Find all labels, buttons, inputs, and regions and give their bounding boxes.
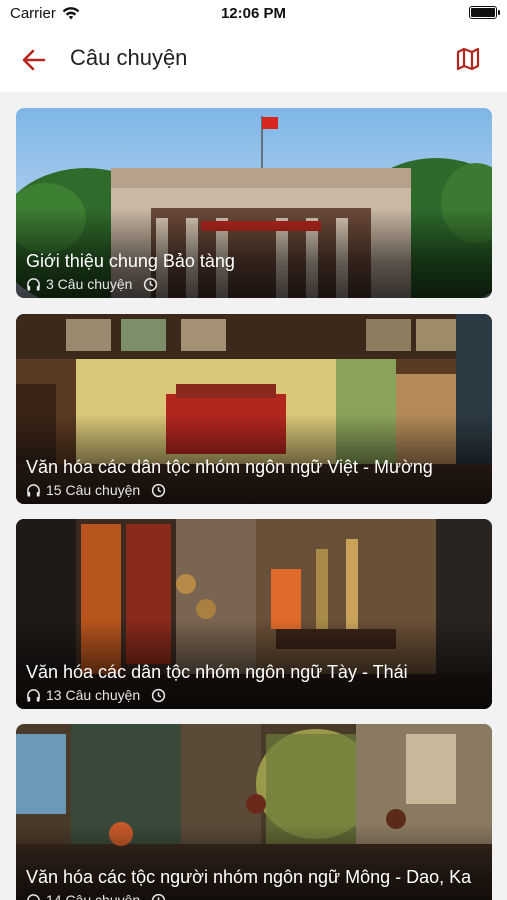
story-count: 13 Câu chuyện xyxy=(46,687,141,703)
card-title: Giới thiệu chung Bảo tàng xyxy=(26,251,235,271)
page-title: Câu chuyện xyxy=(70,45,188,70)
card-meta: 3 Câu chuyện xyxy=(26,276,158,292)
card-meta: 14 Câu chuyện xyxy=(26,892,166,900)
clock-icon xyxy=(152,483,166,497)
story-card[interactable]: Giới thiệu chung Bảo tàng 3 Câu chuyện xyxy=(16,108,492,298)
headphones-icon xyxy=(27,893,40,900)
story-count: 14 Câu chuyện xyxy=(46,892,141,900)
clock-icon xyxy=(152,688,166,702)
card-overlay xyxy=(16,824,492,900)
story-count: 15 Câu chuyện xyxy=(46,482,141,498)
map-icon[interactable] xyxy=(455,46,481,72)
back-arrow-icon[interactable] xyxy=(20,46,48,74)
story-card[interactable]: Văn hóa các dân tộc nhóm ngôn ngữ Việt -… xyxy=(16,314,492,504)
story-card[interactable]: Văn hóa các dân tộc nhóm ngôn ngữ Tày - … xyxy=(16,519,492,709)
card-meta: 15 Câu chuyện xyxy=(26,482,166,498)
headphones-icon xyxy=(27,277,40,291)
card-title: Văn hóa các tộc người nhóm ngôn ngữ Mông… xyxy=(26,867,472,887)
headphones-icon xyxy=(27,483,40,497)
clock-icon xyxy=(152,893,166,900)
app-header: Câu chuyện xyxy=(0,28,507,92)
clock-icon xyxy=(144,277,158,291)
story-count: 3 Câu chuyện xyxy=(46,276,133,292)
headphones-icon xyxy=(27,688,40,702)
card-meta: 13 Câu chuyện xyxy=(26,687,166,703)
story-card[interactable]: Văn hóa các tộc người nhóm ngôn ngữ Mông… xyxy=(16,724,492,900)
card-title: Văn hóa các dân tộc nhóm ngôn ngữ Tày - … xyxy=(26,662,408,682)
story-list[interactable]: Giới thiệu chung Bảo tàng 3 Câu chuyện V… xyxy=(0,92,507,900)
battery-icon xyxy=(469,6,500,19)
clock: 12:06 PM xyxy=(220,5,287,22)
card-title: Văn hóa các dân tộc nhóm ngôn ngữ Việt -… xyxy=(26,457,433,477)
status-bar: Carrier 12:06 PM xyxy=(0,0,507,28)
